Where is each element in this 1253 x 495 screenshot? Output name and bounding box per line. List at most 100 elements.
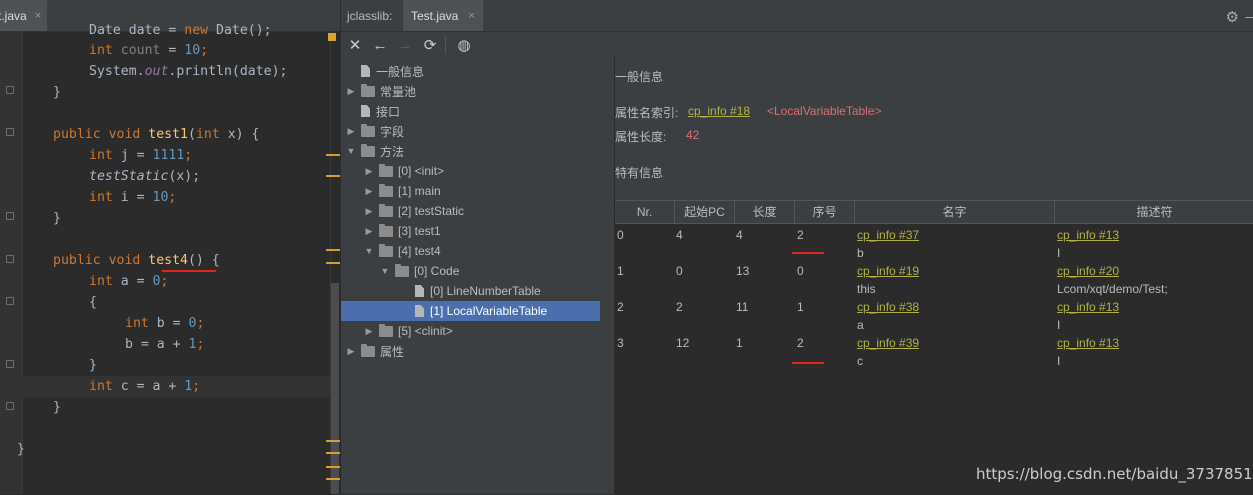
error-stripe-mark[interactable] [326,249,340,251]
editor-tab-test-java[interactable]: t.java × [0,0,48,31]
tool-window-header: jclasslib: Test.java × ⚙ – [341,0,1253,32]
collapse-arrow-icon[interactable]: ▼ [363,246,375,256]
tree-item-method-test1[interactable]: ▶ [3] test1 [363,221,441,241]
cell-index: 0 [797,264,804,278]
cell-descriptor: I [1057,246,1061,260]
expand-arrow-icon[interactable]: ▶ [345,126,357,137]
collapse-arrow-icon[interactable]: ▼ [345,146,357,156]
collapse-arrow-icon[interactable]: ▼ [379,266,391,276]
name-index-link[interactable]: cp_info #18 [688,104,750,118]
column-header-index[interactable]: 序号 [795,201,855,223]
tree-item-method-teststatic[interactable]: ▶ [2] testStatic [363,201,464,221]
folder-icon [379,323,393,337]
section-title-specific: 特有信息 [615,166,664,180]
folder-icon [361,143,375,157]
folder-icon [379,203,393,217]
gear-icon[interactable]: ⚙ [1226,8,1239,26]
tree-item-method-test4[interactable]: ▼ [4] test4 [363,241,441,261]
watermark-text: https://blog.csdn.net/baidu_37378518 [976,465,1253,483]
tree-item-code[interactable]: ▼ [0] Code [379,261,459,281]
column-header-length[interactable]: 长度 [735,201,795,223]
tool-tab-test-java[interactable]: Test.java × [403,0,483,31]
tree-item-line-number-table[interactable]: [0] LineNumberTable [399,281,541,301]
fold-marker-icon[interactable] [6,402,14,410]
minimize-icon[interactable]: – [1245,8,1253,24]
tree-item-method-init[interactable]: ▶ [0] <init> [363,161,444,181]
refresh-icon[interactable]: ⟳ [419,34,441,56]
expand-arrow-icon[interactable]: ▶ [363,166,375,177]
cell-name: c [857,354,863,368]
column-header-descriptor[interactable]: 描述符 [1055,201,1253,223]
error-stripe-mark[interactable] [326,478,340,480]
error-stripe-mark[interactable] [326,452,340,454]
cell-descriptor: I [1057,318,1061,332]
tree-item-method-clinit[interactable]: ▶ [5] <clinit> [363,321,453,341]
folder-icon [395,263,409,277]
folder-icon [379,183,393,197]
code-line: int i = 10; [89,190,177,205]
close-icon[interactable]: × [35,10,41,22]
code-line: public void test1(int x) { [53,127,260,142]
column-header-start-pc[interactable]: 起始PC [675,201,735,223]
tree-item-methods[interactable]: ▼ 方法 [345,141,404,161]
file-icon [361,65,370,77]
fold-marker-icon[interactable] [6,128,14,136]
close-icon[interactable]: × [468,10,474,22]
expand-arrow-icon[interactable]: ▶ [363,186,375,197]
tree-item-general[interactable]: 一般信息 [345,61,424,81]
fold-marker-icon[interactable] [6,255,14,263]
cell-index: 2 [797,228,804,242]
error-stripe-mark[interactable] [326,175,340,177]
cell-start-pc: 2 [676,300,683,314]
expand-arrow-icon[interactable]: ▶ [363,206,375,217]
annotation-underline [162,270,216,272]
tree-item-fields[interactable]: ▶ 字段 [345,121,404,141]
cell-name-link[interactable]: cp_info #37 [857,228,919,242]
warning-indicator-icon[interactable] [328,33,336,41]
forward-arrow-icon[interactable]: → [394,34,416,56]
cell-descriptor-link[interactable]: cp_info #13 [1057,336,1119,350]
local-variable-table[interactable]: Nr. 起始PC 长度 序号 名字 描述符 0 4 4 2 cp_info #3… [615,200,1253,495]
cell-name-link[interactable]: cp_info #19 [857,264,919,278]
code-line: } [89,358,97,373]
fold-marker-icon[interactable] [6,360,14,368]
cell-length: 4 [736,228,743,242]
back-arrow-icon[interactable]: ← [369,34,391,56]
tree-item-interfaces[interactable]: 接口 [345,101,400,121]
tree-item-attributes[interactable]: ▶ 属性 [345,341,404,361]
editor-scrollbar-thumb[interactable] [331,283,339,494]
class-structure-tree[interactable]: 一般信息 ▶ 常量池 接口 ▶ 字段 ▼ 方法 ▶ [0] <init> ▶ [1] ma… [341,60,614,494]
tool-tab-label: Test.java [411,8,459,23]
fold-marker-icon[interactable] [6,86,14,94]
close-icon[interactable]: ✕ [344,34,366,56]
error-stripe-mark[interactable] [326,262,340,264]
column-header-nr[interactable]: Nr. [615,201,675,223]
error-stripe-mark[interactable] [326,466,340,468]
cell-descriptor-link[interactable]: cp_info #13 [1057,228,1119,242]
file-icon [361,105,370,117]
column-header-name[interactable]: 名字 [855,201,1055,223]
expand-arrow-icon[interactable]: ▶ [363,226,375,237]
expand-arrow-icon[interactable]: ▶ [345,86,357,97]
code-line: int c = a + 1; [89,379,201,394]
fold-marker-icon[interactable] [6,212,14,220]
cell-name-link[interactable]: cp_info #39 [857,336,919,350]
name-index-tag: <LocalVariableTable> [767,104,882,118]
cell-descriptor-link[interactable]: cp_info #20 [1057,264,1119,278]
cell-descriptor-link[interactable]: cp_info #13 [1057,300,1119,314]
code-editor[interactable]: t.java × Date date = new Date(); int cou… [0,0,341,494]
tree-item-method-main[interactable]: ▶ [1] main [363,181,441,201]
folder-icon [361,343,375,357]
error-stripe-mark[interactable] [326,440,340,442]
cell-start-pc: 12 [676,336,690,350]
fold-marker-icon[interactable] [6,297,14,305]
expand-arrow-icon[interactable]: ▶ [363,326,375,337]
code-line: } [53,85,61,100]
tree-item-constant-pool[interactable]: ▶ 常量池 [345,81,416,101]
expand-arrow-icon[interactable]: ▶ [345,346,357,357]
cell-descriptor: I [1057,354,1061,368]
tree-item-local-variable-table[interactable]: [1] LocalVariableTable [341,301,600,321]
error-stripe-mark[interactable] [326,154,340,156]
web-icon[interactable]: ◍ [453,34,475,56]
cell-name-link[interactable]: cp_info #38 [857,300,919,314]
